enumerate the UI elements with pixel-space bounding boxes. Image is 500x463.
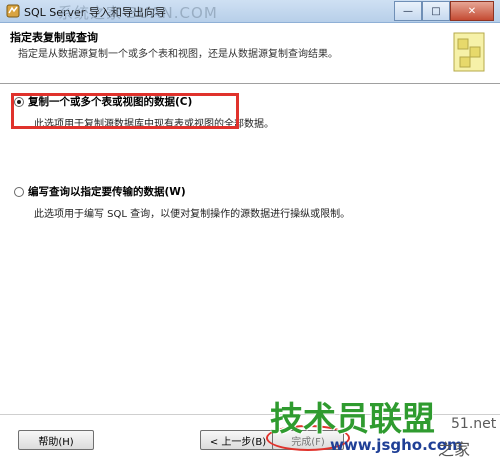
close-button[interactable]: ✕ [450, 1, 494, 21]
brand-watermark: 技术员联盟 [270, 399, 435, 438]
option-write-query[interactable]: 编写查询以指定要传输的数据(W) 此选项用于编写 SQL 查询，以便对复制操作的… [14, 184, 350, 220]
page-title: 指定表复制或查询 [10, 31, 98, 44]
minimize-button[interactable]: — [394, 1, 422, 21]
home-watermark: 之家 [438, 440, 471, 459]
option-label: 编写查询以指定要传输的数据(W) [28, 186, 186, 198]
back-button[interactable]: < 上一步(B) [200, 430, 276, 450]
options-panel: 复制一个或多个表或视图的数据(C) 此选项用于复制源数据库中现有表或视图的全部数… [0, 84, 500, 414]
wizard-header: 指定表复制或查询 指定是从数据源复制一个或多个表和视图，还是从数据源复制查询结果… [0, 23, 500, 84]
highlight-annotation [11, 93, 239, 129]
title-bar: SQL Server 导入和导出向导 系统之家 3UAN.COM — □ ✕ [0, 0, 500, 23]
site-number-watermark: 51.net [451, 416, 497, 432]
minimize-icon: — [403, 5, 413, 17]
help-button[interactable]: 帮助(H) [18, 430, 94, 450]
wizard-graphic-icon [453, 32, 485, 72]
sql-server-icon [6, 4, 20, 18]
maximize-button[interactable]: □ [422, 1, 450, 21]
window-controls: — □ ✕ [394, 1, 494, 21]
close-icon: ✕ [467, 5, 477, 17]
maximize-icon: □ [431, 5, 441, 17]
page-description: 指定是从数据源复制一个或多个表和视图，还是从数据源复制查询结果。 [18, 49, 338, 60]
radio-write-query[interactable] [14, 186, 24, 197]
site-watermark: 系统之家 3UAN.COM [58, 4, 218, 22]
option-description: 此选项用于编写 SQL 查询，以便对复制操作的源数据进行操纵或限制。 [34, 209, 351, 220]
